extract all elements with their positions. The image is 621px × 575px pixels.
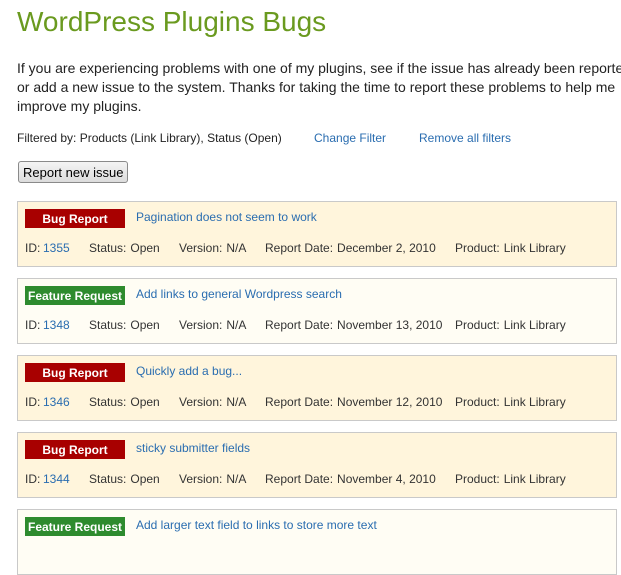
issue-status: Status: Open — [89, 395, 160, 409]
issue-status: Status: Open — [89, 472, 160, 486]
issue-meta: ID: 1344 Status: Open Version: N/A Report Date… — [25, 472, 615, 488]
issue-title-link[interactable]: Quickly add a bug... — [136, 364, 242, 378]
issue-id-label: ID: — [25, 241, 41, 255]
issue-status-label: Status: — [89, 318, 127, 332]
issue-id-link[interactable]: 1346 — [43, 395, 70, 409]
issue-report-date-value: December 2, 2010 — [337, 241, 436, 255]
issue-title-link[interactable]: sticky submitter fields — [136, 441, 250, 455]
issue-type-badge: Bug Report — [25, 440, 125, 459]
issue-report-date-label: Report Date: — [265, 395, 334, 409]
issue-id-link[interactable]: 1348 — [43, 318, 70, 332]
issue-id-link[interactable]: 1355 — [43, 241, 70, 255]
remove-filters-link[interactable]: Remove all filters — [419, 131, 511, 145]
issue-title-link[interactable]: Add larger text field to links to store … — [136, 518, 377, 532]
intro-line: If you are experiencing problems with on… — [17, 60, 621, 76]
issue-report-date-value: November 13, 2010 — [337, 318, 443, 332]
issue-product: Product: Link Library — [455, 241, 566, 255]
issue-type-badge: Feature Request — [25, 517, 125, 536]
issue-id-label: ID: — [25, 472, 41, 486]
issue-report-date: Report Date: December 2, 2010 — [265, 241, 436, 255]
issue-version-label: Version: — [179, 241, 223, 255]
issue-report-date-label: Report Date: — [265, 318, 334, 332]
issue-card: Bug Report sticky submitter fields ID: 1344… — [17, 432, 617, 498]
issue-card: Feature Request Add larger text field to … — [17, 509, 617, 575]
issue-report-date-value: November 12, 2010 — [337, 395, 443, 409]
intro-line: or add a new issue to the system. Thanks… — [17, 79, 616, 95]
issue-version: Version: N/A — [179, 395, 246, 409]
issue-report-date: Report Date: November 13, 2010 — [265, 318, 442, 332]
filter-description: Filtered by: Products (Link Library), St… — [17, 131, 282, 145]
issue-product-value: Link Library — [503, 395, 566, 409]
issue-type-badge: Feature Request — [25, 286, 125, 305]
issue-report-date: Report Date: November 12, 2010 — [265, 395, 442, 409]
issue-card: Bug Report Pagination does not seem to wo… — [17, 201, 617, 267]
issue-type-badge: Bug Report — [25, 209, 125, 228]
issue-product-label: Product: — [455, 472, 500, 486]
issue-product-value: Link Library — [503, 241, 566, 255]
issue-title-link[interactable]: Pagination does not seem to work — [136, 210, 317, 224]
issue-meta: ID: 1348 Status: Open Version: N/A Report Date… — [25, 318, 615, 334]
intro-line: improve my plugins. — [17, 98, 142, 114]
issue-report-date-label: Report Date: — [265, 472, 334, 486]
issue-id-label: ID: — [25, 395, 41, 409]
issue-product-label: Product: — [455, 318, 500, 332]
report-new-issue-button[interactable]: Report new issue — [18, 161, 129, 183]
issue-version: Version: N/A — [179, 241, 246, 255]
issue-id-link[interactable]: 1344 — [43, 472, 70, 486]
issue-status-label: Status: — [89, 241, 127, 255]
issue-status: Status: Open — [89, 318, 160, 332]
issue-product: Product: Link Library — [455, 472, 566, 486]
intro-text: If you are experiencing problems with on… — [17, 59, 621, 116]
issue-version-label: Version: — [179, 395, 223, 409]
issue-version-label: Version: — [179, 318, 223, 332]
issue-status-label: Status: — [89, 395, 127, 409]
filter-bar: Filtered by: Products (Link Library), St… — [17, 131, 511, 145]
issue-title-link[interactable]: Add links to general Wordpress search — [136, 287, 342, 301]
issue-product: Product: Link Library — [455, 395, 566, 409]
issue-report-date-value: November 4, 2010 — [337, 472, 436, 486]
issue-product: Product: Link Library — [455, 318, 566, 332]
issue-product-label: Product: — [455, 395, 500, 409]
issue-card: Bug Report Quickly add a bug... ID: 1346 Sta… — [17, 355, 617, 421]
page-title: WordPress Plugins Bugs — [17, 6, 327, 37]
issue-status-value: Open — [130, 395, 160, 409]
issue-card: Feature Request Add links to general Word… — [17, 278, 617, 344]
issue-report-date-label: Report Date: — [265, 241, 334, 255]
issue-status: Status: Open — [89, 241, 160, 255]
issue-version-value: N/A — [226, 241, 247, 255]
issue-version-value: N/A — [226, 318, 247, 332]
issue-id-label: ID: — [25, 318, 41, 332]
issue-status-value: Open — [130, 318, 160, 332]
issue-product-value: Link Library — [503, 318, 566, 332]
issue-meta: ID: 1346 Status: Open Version: N/A Report Date… — [25, 395, 615, 411]
issue-version-value: N/A — [226, 395, 247, 409]
issue-status-label: Status: — [89, 472, 127, 486]
issue-product-value: Link Library — [503, 472, 566, 486]
issue-version-label: Version: — [179, 472, 223, 486]
issue-status-value: Open — [130, 472, 160, 486]
issue-meta: ID: 1355 Status: Open Version: N/A Report Date… — [25, 241, 615, 257]
issue-type-badge: Bug Report — [25, 363, 125, 382]
issue-report-date: Report Date: November 4, 2010 — [265, 472, 436, 486]
issue-version-value: N/A — [226, 472, 247, 486]
issue-version: Version: N/A — [179, 318, 246, 332]
issue-version: Version: N/A — [179, 472, 246, 486]
change-filter-link[interactable]: Change Filter — [314, 131, 386, 145]
issue-product-label: Product: — [455, 241, 500, 255]
issue-status-value: Open — [130, 241, 160, 255]
